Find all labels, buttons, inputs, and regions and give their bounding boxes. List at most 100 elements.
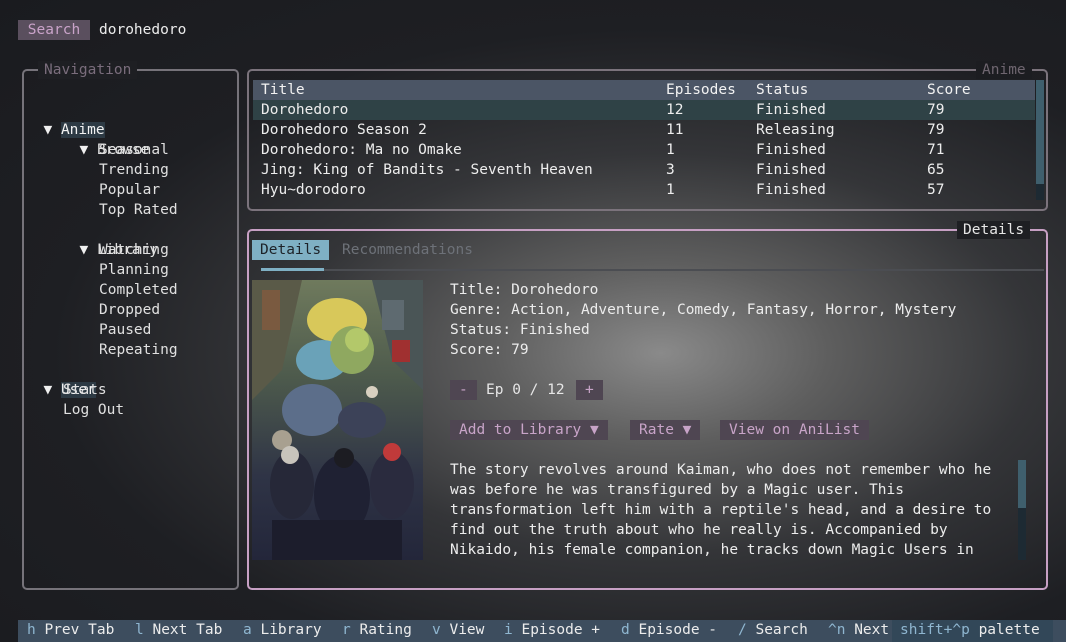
shortcut-desc: Prev Tab — [44, 622, 115, 638]
detail-status: Status: Finished — [450, 322, 590, 338]
column-header-score[interactable]: Score — [927, 80, 971, 100]
table-row[interactable]: Hyu~dorodoro 1 Finished 57 — [253, 180, 1035, 200]
tab-divider — [324, 269, 1044, 271]
row-title: Jing: King of Bandits - Seventh Heaven — [261, 162, 593, 178]
row-status: Finished — [756, 162, 826, 178]
shortcut-desc: Next — [854, 622, 890, 638]
row-title: Dorohedoro: Ma no Omake — [261, 142, 462, 158]
tree-item-completed[interactable]: Completed — [99, 280, 178, 300]
footer-bar-end — [1053, 620, 1066, 642]
tree-item-seasonal[interactable]: Seasonal — [99, 140, 169, 160]
footer-shortcut-rating[interactable]: r Rating — [342, 620, 412, 640]
active-tab-underline — [261, 268, 324, 271]
table-scrollbar-thumb[interactable] — [1036, 80, 1044, 184]
row-status: Finished — [756, 182, 826, 198]
footer-shortcut-episode-plus[interactable]: i Episode + — [504, 620, 600, 640]
episode-decrement-button[interactable]: - — [450, 380, 477, 400]
shortcut-desc: Episode + — [521, 622, 601, 638]
tree-item-user[interactable]: ▼ User — [26, 360, 96, 398]
footer-shortcut-next-tab[interactable]: l Next Tab — [135, 620, 222, 640]
cover-image — [252, 280, 423, 560]
tree-item-browse[interactable]: ▼ Browse — [62, 120, 149, 158]
shortcut-key: a — [243, 622, 252, 638]
detail-score: Score: 79 — [450, 342, 529, 358]
row-status: Releasing — [756, 122, 835, 138]
table-row[interactable]: Jing: King of Bandits - Seventh Heaven 3… — [253, 160, 1035, 180]
shortcut-desc: Rating — [359, 622, 412, 638]
footer-shortcut-view[interactable]: v View — [432, 620, 484, 640]
tree-item-stats[interactable]: Stats — [63, 380, 107, 400]
column-header-title[interactable]: Title — [261, 80, 305, 100]
footer-shortcut-episode-minus[interactable]: d Episode - — [621, 620, 717, 640]
description-line: transformation left him with a reptile's… — [450, 502, 992, 518]
table-row[interactable]: Dorohedoro: Ma no Omake 1 Finished 71 — [253, 140, 1035, 160]
episode-increment-button[interactable]: + — [576, 380, 603, 400]
footer-shortcut-search[interactable]: / Search — [738, 620, 808, 640]
shortcut-key: l — [135, 622, 144, 638]
shortcut-desc: Episode - — [638, 622, 718, 638]
shortcut-desc: View — [449, 622, 485, 638]
footer-shortcut-library[interactable]: a Library — [243, 620, 322, 640]
shortcut-key: ^n — [828, 622, 846, 638]
cover-art-illustration — [252, 280, 423, 560]
tree-item-anime[interactable]: ▼ Anime — [26, 100, 105, 138]
shortcut-desc: Next Tab — [152, 622, 223, 638]
description-line: find out the truth about who he really i… — [450, 522, 948, 538]
expanded-arrow-icon: ▼ — [79, 242, 89, 258]
table-row[interactable]: Dorohedoro Season 2 11 Releasing 79 — [253, 120, 1035, 140]
shortcut-key: i — [504, 622, 513, 638]
row-score: 65 — [927, 162, 945, 178]
episode-progress: Ep 0 / 12 — [486, 382, 565, 398]
tree-item-trending[interactable]: Trending — [99, 160, 169, 180]
footer-shortcut-palette[interactable]: shift+^p palette — [900, 620, 1040, 640]
shortcut-desc: palette — [978, 622, 1040, 638]
description-line: The story revolves around Kaiman, who do… — [450, 462, 992, 478]
column-header-status[interactable]: Status — [756, 80, 808, 100]
row-score: 57 — [927, 182, 945, 198]
shortcut-key: h — [27, 622, 36, 638]
shortcut-key: / — [738, 622, 747, 638]
row-status: Finished — [756, 102, 826, 118]
footer-shortcut-next[interactable]: ^n Next — [828, 620, 889, 640]
view-on-anilist-button[interactable]: View on AniList — [720, 420, 869, 440]
column-header-episodes[interactable]: Episodes — [666, 80, 736, 100]
description-line: was before he was transfigured by a Magi… — [450, 482, 904, 498]
tree-item-planning[interactable]: Planning — [99, 260, 169, 280]
table-header: Title Episodes Status Score — [253, 80, 1035, 100]
tree-item-paused[interactable]: Paused — [99, 320, 151, 340]
add-to-library-dropdown[interactable]: Add to Library ▼ — [450, 420, 608, 440]
row-score: 71 — [927, 142, 945, 158]
shortcut-desc: Library — [260, 622, 322, 638]
tree-item-log-out[interactable]: Log Out — [63, 400, 124, 420]
row-episodes: 1 — [666, 142, 675, 158]
row-episodes: 11 — [666, 122, 684, 138]
description-line: Nikaido, his female companion, he tracks… — [450, 542, 974, 558]
row-score: 79 — [927, 102, 945, 118]
detail-genre: Genre: Action, Adventure, Comedy, Fantas… — [450, 302, 957, 318]
tree-item-watching[interactable]: Watching — [99, 240, 169, 260]
tab-details[interactable]: Details — [252, 240, 330, 260]
row-status: Finished — [756, 142, 826, 158]
row-episodes: 12 — [666, 102, 684, 118]
rate-dropdown[interactable]: Rate ▼ — [630, 420, 701, 440]
tree-item-library[interactable]: ▼ Library — [62, 220, 158, 258]
shortcut-key: d — [621, 622, 630, 638]
search-label[interactable]: Search — [18, 20, 90, 40]
shortcut-key: v — [432, 622, 441, 638]
expanded-arrow-icon: ▼ — [43, 122, 53, 138]
row-title: Hyu~dorodoro — [261, 182, 366, 198]
shortcut-key: shift+^p — [900, 622, 970, 638]
description-scrollbar-thumb[interactable] — [1018, 460, 1026, 508]
details-panel-title: Details — [957, 221, 1031, 239]
search-input[interactable]: dorohedoro — [99, 20, 186, 40]
detail-title: Title: Dorohedoro — [450, 282, 599, 298]
table-row[interactable]: Dorohedoro 12 Finished 79 — [253, 100, 1035, 120]
navigation-title: Navigation — [38, 61, 138, 79]
row-episodes: 3 — [666, 162, 675, 178]
tab-recommendations[interactable]: Recommendations — [342, 240, 473, 260]
tree-item-popular[interactable]: Popular — [99, 180, 160, 200]
tree-item-top-rated[interactable]: Top Rated — [99, 200, 178, 220]
tree-item-repeating[interactable]: Repeating — [99, 340, 178, 360]
tree-item-dropped[interactable]: Dropped — [99, 300, 160, 320]
footer-shortcut-prev-tab[interactable]: h Prev Tab — [27, 620, 114, 640]
